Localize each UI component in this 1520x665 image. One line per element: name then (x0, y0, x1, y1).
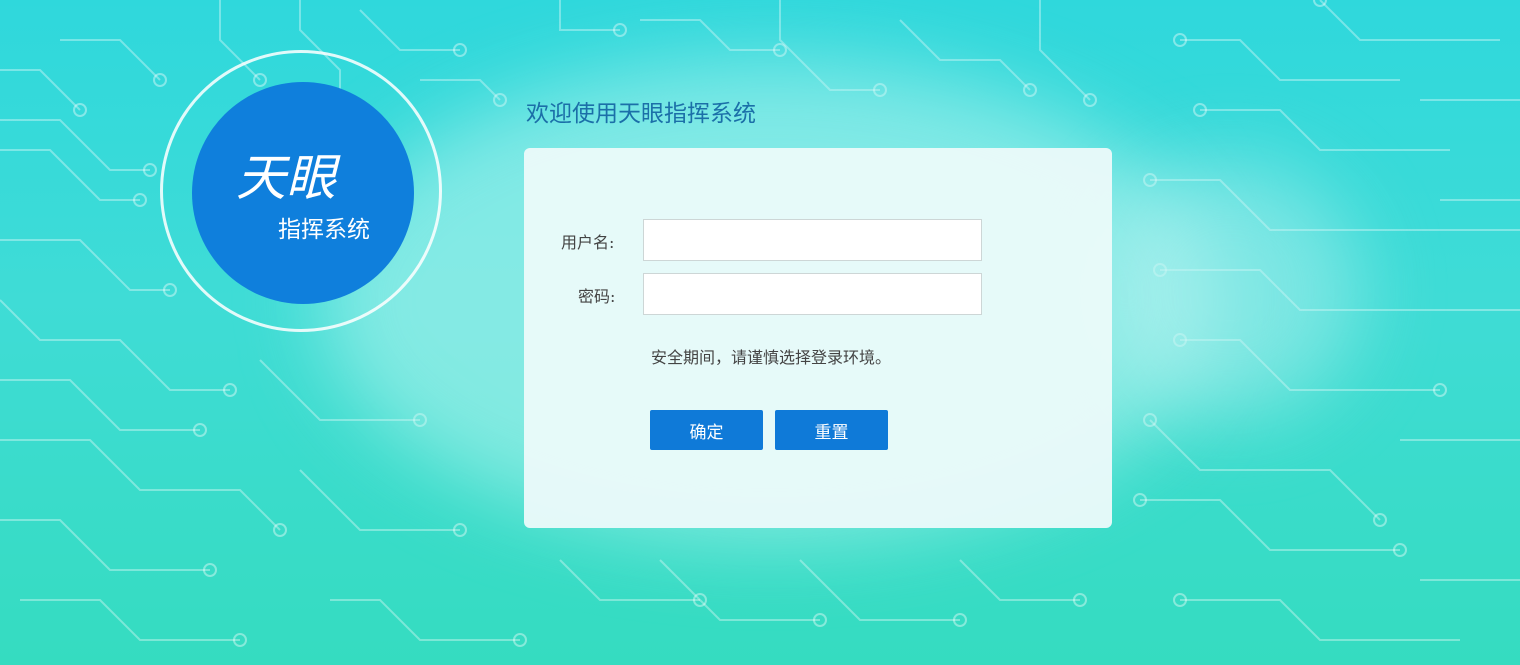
logo-sub-text: 指挥系统 (278, 217, 370, 243)
password-label: 密码: (578, 287, 616, 306)
page-title: 欢迎使用天眼指挥系统 (526, 101, 756, 127)
login-panel: 用户名: 密码: 安全期间，请谨慎选择登录环境。 确定 重置 (524, 148, 1112, 528)
username-input[interactable] (643, 219, 982, 261)
security-notice: 安全期间，请谨慎选择登录环境。 (651, 348, 892, 367)
username-label: 用户名: (561, 233, 615, 252)
reset-button[interactable]: 重置 (775, 410, 888, 450)
confirm-button[interactable]: 确定 (650, 410, 763, 450)
password-input[interactable] (643, 273, 982, 315)
logo-main-text: 天眼 (236, 149, 336, 207)
